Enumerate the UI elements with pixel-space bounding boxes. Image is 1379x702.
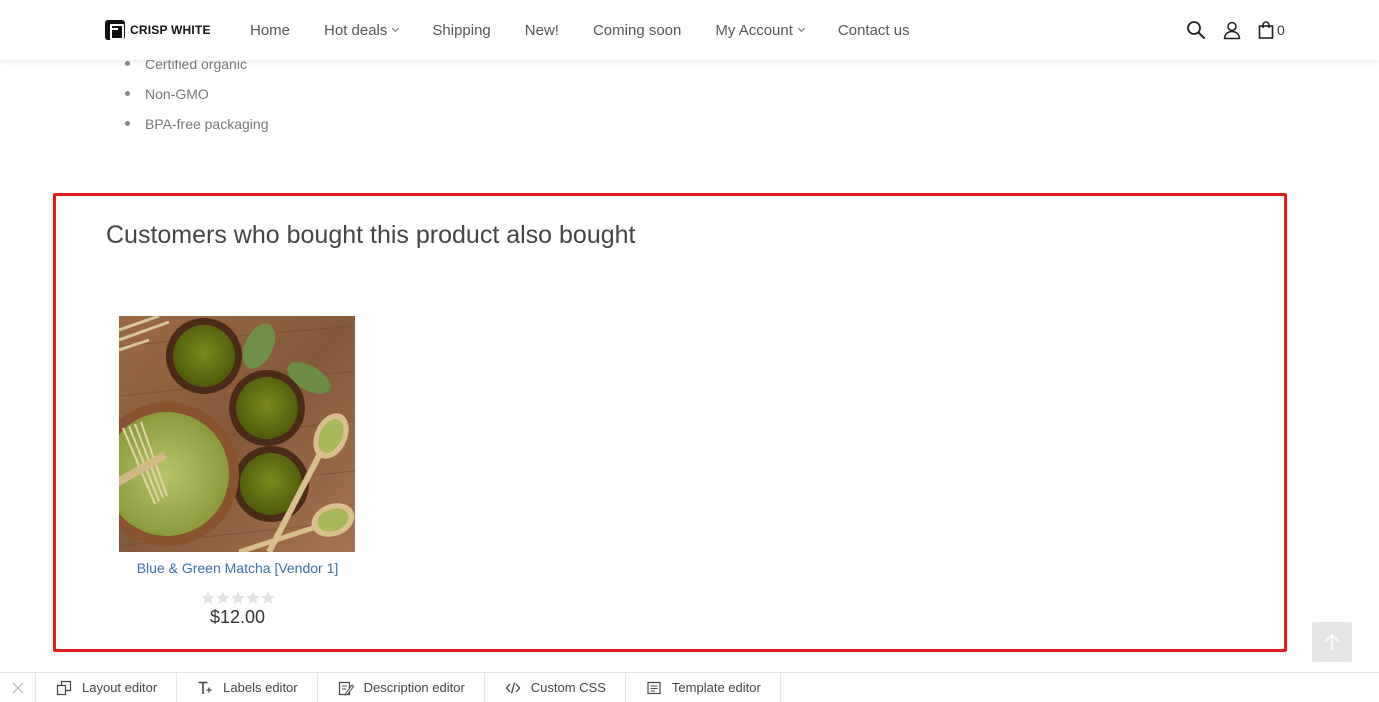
editor-btn-label: Layout editor — [82, 680, 158, 695]
star-icon — [245, 591, 260, 604]
site-header: CRISP WHITE Home Hot deals Shipping New!… — [0, 0, 1379, 60]
product-features-list: Certified organic Non-GMO BPA-free packa… — [125, 54, 268, 144]
editor-btn-label: Description editor — [363, 680, 465, 695]
nav-label: Contact us — [837, 21, 910, 39]
product-image[interactable] — [119, 316, 355, 552]
nav-label: Home — [250, 21, 291, 39]
nav-item-new[interactable]: New! — [525, 22, 559, 39]
star-rating — [119, 590, 356, 606]
cart-button[interactable]: 0 — [1258, 21, 1285, 39]
nav-item-coming-soon[interactable]: Coming soon — [593, 22, 681, 39]
search-icon[interactable] — [1186, 20, 1206, 40]
nav-item-shipping[interactable]: Shipping — [432, 22, 490, 39]
user-icon[interactable] — [1222, 20, 1242, 40]
arrow-up-icon — [1325, 633, 1339, 650]
editor-btn-label: Labels editor — [223, 680, 298, 695]
list-item: Non-GMO — [125, 84, 268, 114]
labels-editor-button[interactable]: Labels editor — [177, 672, 318, 702]
product-name-link[interactable]: Blue & Green Matcha [Vendor 1] — [119, 560, 356, 576]
product-price: $12.00 — [209, 607, 266, 627]
nav-item-contact-us[interactable]: Contact us — [838, 22, 910, 39]
star-icon — [260, 591, 275, 604]
layout-editor-button[interactable]: Layout editor — [36, 672, 178, 702]
edit-document-icon — [338, 681, 354, 696]
cart-count: 0 — [1277, 22, 1285, 38]
nav-label: Hot deals — [324, 21, 388, 39]
main-nav: Home Hot deals Shipping New! Coming soon… — [250, 0, 944, 60]
description-editor-button[interactable]: Description editor — [318, 672, 485, 702]
nav-item-home[interactable]: Home — [250, 22, 290, 39]
editor-toolbar: Layout editor Labels editor Description … — [0, 672, 1379, 702]
nav-label: My Account — [715, 21, 793, 39]
nav-item-hot-deals[interactable]: Hot deals — [324, 21, 400, 39]
template-icon — [647, 681, 661, 694]
editor-btn-label: Template editor — [671, 680, 761, 695]
header-icons: 0 — [1186, 20, 1285, 40]
chevron-down-icon — [797, 24, 805, 33]
list-item: BPA-free packaging — [125, 114, 268, 144]
nav-item-my-account[interactable]: My Account — [715, 21, 805, 39]
template-editor-button[interactable]: Template editor — [626, 672, 781, 702]
close-icon — [12, 682, 23, 693]
logo-text: CRISP WHITE — [130, 23, 211, 37]
star-icon — [200, 591, 215, 604]
nav-label: Shipping — [432, 21, 491, 39]
close-editor-button[interactable] — [0, 672, 36, 702]
editor-btn-label: Custom CSS — [530, 680, 606, 695]
back-to-top-button[interactable] — [1312, 622, 1352, 662]
product-card: Blue & Green Matcha [Vendor 1] $12.00 — [119, 316, 356, 628]
nav-label: New! — [524, 21, 559, 39]
logo-icon — [105, 20, 125, 40]
code-icon — [505, 681, 521, 694]
star-icon — [230, 591, 245, 604]
star-icon — [215, 591, 230, 604]
text-plus-icon — [198, 681, 212, 694]
custom-css-button[interactable]: Custom CSS — [485, 672, 626, 702]
section-title: Customers who bought this product also b… — [106, 221, 636, 249]
chevron-down-icon — [392, 24, 400, 33]
logo[interactable]: CRISP WHITE — [105, 20, 211, 40]
shopping-bag-icon — [1258, 21, 1274, 39]
layout-icon — [56, 680, 72, 695]
also-bought-section: Customers who bought this product also b… — [53, 193, 1287, 652]
nav-label: Coming soon — [592, 21, 682, 39]
